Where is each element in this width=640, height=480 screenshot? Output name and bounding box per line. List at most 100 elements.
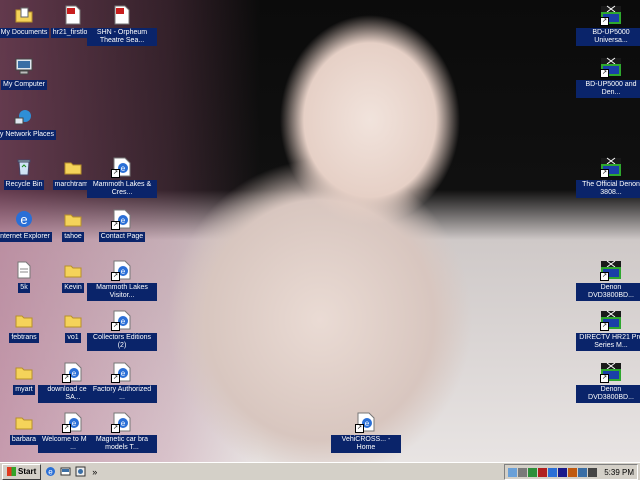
- network-icon: [13, 106, 35, 128]
- svg-text:e: e: [121, 267, 126, 276]
- shortcut-arrow-icon: ↗: [600, 69, 609, 78]
- desktop-icon[interactable]: ↗ DIRECTV HR21 Pro Series M...: [576, 309, 640, 351]
- svg-text:e: e: [365, 419, 370, 428]
- desktop-icon-label: My Computer: [0, 80, 47, 90]
- shortcut-arrow-icon: ↗: [111, 221, 120, 230]
- shortcut-arrow-icon: ↗: [600, 17, 609, 26]
- start-label: Start: [18, 467, 37, 476]
- pdf-icon: [62, 4, 84, 26]
- ie-shortcut-icon: e ↗: [62, 411, 84, 433]
- quick-launch-desktop-icon[interactable]: [59, 466, 71, 478]
- shortcut-arrow-icon: ↗: [111, 272, 120, 281]
- x-shortcut-icon: ↗: [600, 156, 622, 178]
- folder-documents-icon: [13, 4, 35, 26]
- x-shortcut-icon: ↗: [600, 56, 622, 78]
- svg-text:e: e: [121, 369, 126, 378]
- svg-text:e: e: [121, 419, 126, 428]
- desktop-icon-label: Factory Authorized ...: [87, 385, 157, 403]
- desktop-icon[interactable]: My Computer: [0, 56, 59, 90]
- desktop-icon-label: febtrans: [9, 333, 39, 343]
- recycle-bin-icon: [13, 156, 35, 178]
- quick-launch-media-icon[interactable]: [74, 466, 86, 478]
- desktop-icon[interactable]: e ↗ Contact Page: [87, 208, 157, 242]
- shortcut-arrow-icon: ↗: [111, 322, 120, 331]
- tray-icon-6[interactable]: [558, 467, 568, 477]
- svg-text:e: e: [72, 369, 77, 378]
- system-tray: 5:39 PM: [504, 464, 638, 480]
- desktop-icon[interactable]: e ↗ Mammoth Lakes & Cres...: [87, 156, 157, 198]
- quick-launch-ie-icon[interactable]: e: [44, 466, 56, 478]
- folder-icon: [62, 208, 84, 230]
- desktop-icon-label: vo1: [65, 333, 81, 343]
- ie-shortcut-icon: e ↗: [111, 411, 133, 433]
- svg-text:e: e: [72, 419, 77, 428]
- folder-icon: [13, 411, 35, 433]
- folder-icon: [62, 309, 84, 331]
- tray-icon-4[interactable]: [538, 467, 548, 477]
- shortcut-arrow-icon: ↗: [111, 424, 120, 433]
- ie-shortcut-icon: e ↗: [111, 208, 133, 230]
- desktop-icon-label: barbara: [9, 435, 39, 445]
- tray-icon-8[interactable]: [578, 467, 588, 477]
- tray-icon-9[interactable]: [588, 467, 598, 477]
- svg-text:e: e: [121, 216, 126, 225]
- folder-icon: [62, 156, 84, 178]
- ie-shortcut-icon: e ↗: [111, 156, 133, 178]
- desktop-icon[interactable]: ↗ BD-UP5000 Universa...: [576, 4, 640, 46]
- desktop-icon-label: 5k: [18, 283, 30, 293]
- desktop-icon[interactable]: e ↗ Mammoth Lakes Visitor...: [87, 259, 157, 301]
- tray-icon-7[interactable]: [568, 467, 578, 477]
- desktop-icon[interactable]: SHN - Orpheum Theatre Sea...: [87, 4, 157, 46]
- svg-text:e: e: [121, 317, 126, 326]
- desktop-icon[interactable]: ↗ Denon DVD3800BD...: [576, 361, 640, 403]
- desktop-icon-label: My Network Places: [0, 130, 56, 140]
- start-button[interactable]: Start: [2, 463, 42, 480]
- desktop-icon[interactable]: e ↗ Factory Authorized ...: [87, 361, 157, 403]
- shortcut-arrow-icon: ↗: [600, 322, 609, 331]
- desktop-icon-label: Denon DVD3800BD...: [576, 385, 640, 403]
- shortcut-arrow-icon: ↗: [111, 169, 120, 178]
- tray-icon-2[interactable]: [518, 467, 528, 477]
- desktop-icon-label: Contact Page: [98, 232, 146, 242]
- ie-shortcut-icon: e ↗: [355, 411, 377, 433]
- shortcut-arrow-icon: ↗: [355, 424, 364, 433]
- tray-icon-5[interactable]: [548, 467, 558, 477]
- shortcut-arrow-icon: ↗: [600, 374, 609, 383]
- x-shortcut-icon: ↗: [600, 309, 622, 331]
- desktop-icon-label: The Official Denon 3808...: [576, 180, 640, 198]
- desktop-icon[interactable]: e ↗ Collectors Editions (2): [87, 309, 157, 351]
- clock: 5:39 PM: [604, 467, 634, 477]
- x-shortcut-icon: ↗: [600, 259, 622, 281]
- shortcut-arrow-icon: ↗: [600, 169, 609, 178]
- svg-text:e: e: [48, 468, 53, 477]
- document-icon: [13, 259, 35, 281]
- svg-text:e: e: [20, 212, 27, 227]
- tray-icon-1[interactable]: [508, 467, 518, 477]
- desktop-icon-label: Denon DVD3800BD...: [576, 283, 640, 301]
- shortcut-arrow-icon: ↗: [62, 374, 71, 383]
- desktop-icon[interactable]: e ↗ Magnetic car bra models T...: [87, 411, 157, 453]
- shortcut-arrow-icon: ↗: [62, 424, 71, 433]
- desktop-icon[interactable]: e ↗ VehiCROSS... - Home: [331, 411, 401, 453]
- desktop-icon-label: VehiCROSS... - Home: [331, 435, 401, 453]
- desktop-icon-label: BD-UP5000 Universa...: [576, 28, 640, 46]
- desktop-icon-label: Mammoth Lakes & Cres...: [87, 180, 157, 198]
- desktop-icon[interactable]: ↗ BD-UP5000 and Den...: [576, 56, 640, 98]
- tray-icon-3[interactable]: [528, 467, 538, 477]
- quick-launch-overflow[interactable]: »: [92, 467, 97, 477]
- desktop-icon[interactable]: ↗ Denon DVD3800BD...: [576, 259, 640, 301]
- ie-shortcut-icon: e ↗: [111, 259, 133, 281]
- shortcut-arrow-icon: ↗: [600, 272, 609, 281]
- folder-icon: [13, 361, 35, 383]
- taskbar: Start e » 5:39 PM: [0, 462, 640, 480]
- x-shortcut-icon: ↗: [600, 361, 622, 383]
- x-shortcut-icon: ↗: [600, 4, 622, 26]
- ie-shortcut-icon: e ↗: [111, 309, 133, 331]
- folder-icon: [13, 309, 35, 331]
- desktop[interactable]: My Documents hr21_firstlo... SHN - Orpheum…: [0, 0, 640, 462]
- windows-logo-icon: [7, 467, 16, 476]
- desktop-icon[interactable]: My Network Places: [0, 106, 59, 140]
- desktop-icon-label: DIRECTV HR21 Pro Series M...: [576, 333, 640, 351]
- desktop-icon[interactable]: ↗ The Official Denon 3808...: [576, 156, 640, 198]
- svg-text:e: e: [121, 164, 126, 173]
